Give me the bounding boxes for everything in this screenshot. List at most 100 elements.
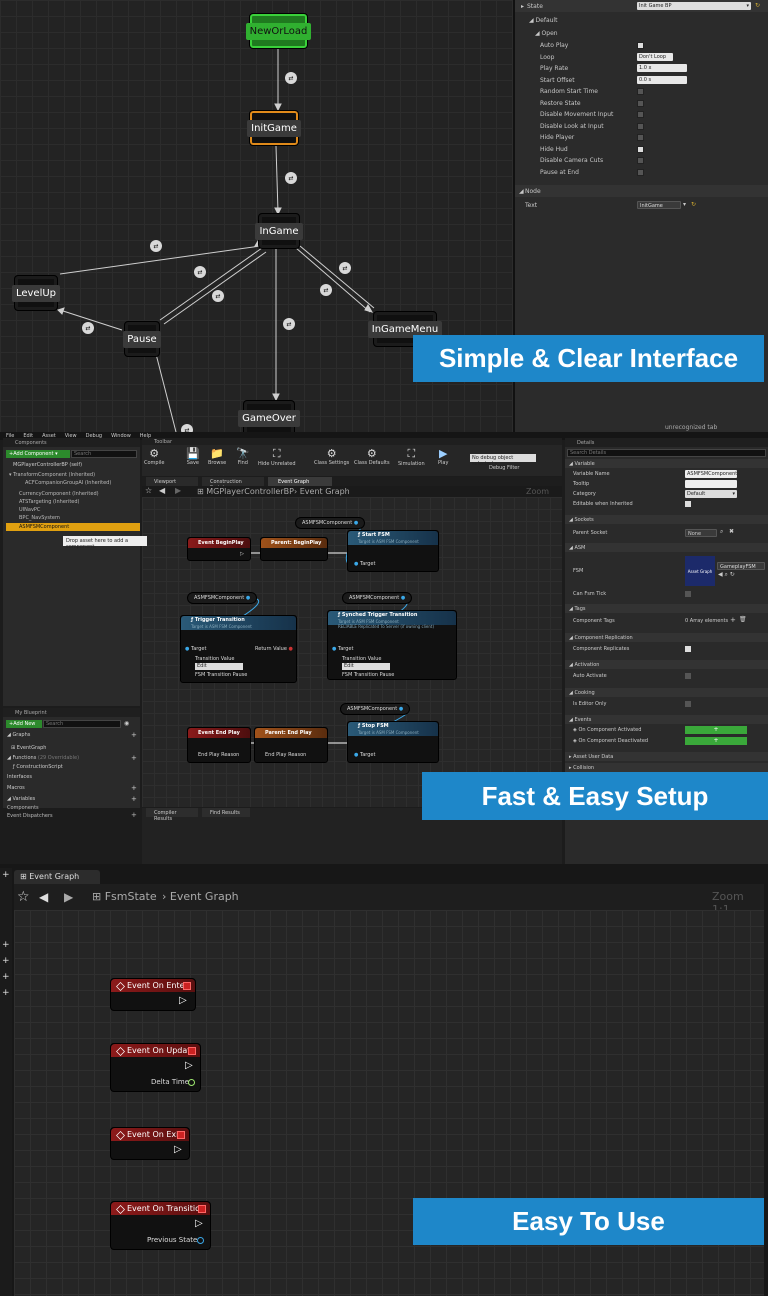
component-item-selected[interactable]: ASMFSMComponent [6,523,140,531]
transition-icon[interactable]: ⇄ [82,322,94,334]
tab-viewport[interactable]: Viewport [146,477,198,486]
property-select[interactable]: Don't Loop [637,52,673,61]
add-icon[interactable]: + [2,956,10,966]
component-node[interactable]: ASMFSMComponent ● [342,592,413,604]
event-graph-item[interactable]: ⊞ EventGraph [11,745,46,751]
can-tick-checkbox[interactable] [685,591,691,597]
asset-user-data-category[interactable]: ▸ Asset User Data [565,752,768,761]
state-pause[interactable]: Pause [123,321,161,357]
state-machine-graph[interactable]: ⇄ ⇄ ⇄ ⇄ ⇄ ⇄ ⇄ ⇄ ⇄ ⇄ NewOrLoad InitGame I… [0,0,768,432]
component-node[interactable]: ASMFSMComponent ● [187,592,258,604]
add-variable-icon[interactable]: + [131,795,137,803]
eye-icon[interactable]: ◉ [124,720,129,727]
event-dispatchers-category[interactable]: Event Dispatchers [7,813,53,819]
toolbar-button[interactable]: 💾 Save [186,447,200,466]
parent-end-play-node[interactable]: Parent: End Play End Play Reason [254,727,328,763]
details-search-input[interactable]: Search Details [567,449,766,457]
star-icon[interactable]: ☆ [17,889,30,905]
transition-icon[interactable]: ⇄ [285,72,297,84]
add-dispatcher-icon[interactable]: + [131,811,137,819]
open-category[interactable]: ◢ Open [535,30,558,37]
event-end-play-node[interactable]: Event End Play End Play Reason [187,727,251,763]
toolbar-button[interactable]: 📁 Browse [208,447,226,466]
default-category[interactable]: ◢ Default [529,17,557,24]
state-new-or-load[interactable]: NewOrLoad [245,13,312,49]
editable-checkbox[interactable] [685,501,691,507]
replicates-checkbox[interactable] [685,646,691,652]
property-checkbox[interactable] [637,111,644,118]
toolbar-button[interactable]: ⚙ Class Defaults [354,447,390,466]
component-item[interactable]: UINavPC [19,507,40,513]
tab-event-graph[interactable]: Event Graph [268,477,332,486]
property-field[interactable]: 0.0 s [637,75,687,84]
collision-category[interactable]: ▸ Collision [565,763,768,772]
collapse-arrow-icon[interactable]: ▸ [521,3,524,10]
add-icon[interactable]: + [2,988,10,998]
parent-socket-field[interactable]: None [685,529,717,537]
event-begin-play-node[interactable]: Event BeginPlay ▷ [187,537,251,561]
events-category[interactable]: ◢ Events [565,715,768,724]
components-category[interactable]: Components [7,805,39,811]
property-checkbox[interactable] [637,168,644,176]
toolbar-button[interactable]: ⚙ Compile [144,447,164,466]
exec-pin-icon[interactable]: ▷ [185,1060,193,1071]
editor-only-checkbox[interactable] [685,701,691,707]
state-game-over[interactable]: GameOver [238,400,300,432]
fsm-asset-field[interactable]: GameplayFSM [717,562,765,570]
variables-category[interactable]: ◢ Variables [7,796,35,802]
target-pin[interactable]: ● Target [354,752,375,758]
transition-icon[interactable]: ⇄ [320,284,332,296]
fsm-thumbnail[interactable]: Asset Graph [685,556,715,586]
exec-pin-icon[interactable]: ▷ [179,995,187,1006]
tooltip-field[interactable] [685,480,737,488]
event-on-update-node[interactable]: Event On Update ▷ Delta Time [110,1043,201,1092]
event-on-enter-node[interactable]: Event On Enter ▷ [110,978,196,1011]
toolbar-button[interactable]: ▶ Play [438,447,448,466]
tab-event-graph[interactable]: ⊞ Event Graph [14,870,100,884]
tab-compiler-results[interactable]: Compiler Results [146,808,198,822]
add-component-button[interactable]: +Add Component ▾ [6,450,70,458]
interfaces-category[interactable]: Interfaces [7,774,32,780]
fsm-state-root[interactable]: ⊞ FsmState [92,890,157,903]
add-deactivated-event-button[interactable]: + [685,737,747,745]
state-level-up[interactable]: LevelUp [11,275,61,311]
text-field[interactable]: InitGame [637,201,681,209]
reset-arrow-icon[interactable]: ↻ [755,2,760,9]
add-icon[interactable]: + [2,940,10,950]
construction-script-item[interactable]: ƒ ConstructionScript [13,764,63,770]
tab-find-results[interactable]: Find Results [202,808,250,817]
add-element-icon[interactable]: + [730,616,736,624]
parent-begin-play-node[interactable]: Parent: BeginPlay [260,537,328,561]
trash-icon[interactable]: 🗑 [739,616,747,623]
add-function-icon[interactable]: + [131,754,137,762]
component-item[interactable]: ATSTargeting (Inherited) [19,499,80,505]
return-value-pin[interactable]: Return Value ● [255,646,293,652]
transition-icon[interactable]: ⇄ [283,318,295,330]
forward-arrow-icon[interactable]: ▶ [175,486,181,495]
float-pin-icon[interactable] [188,1079,195,1086]
sockets-category[interactable]: ◢ Sockets [565,515,768,524]
target-pin[interactable]: ● Target [332,646,353,652]
component-item[interactable]: ACFCompanionGroupAI (Inherited) [25,480,111,486]
target-pin[interactable]: ● Target [354,561,375,567]
node-category[interactable]: ◢ Node [515,185,768,197]
component-item[interactable]: CurrencyComponent (Inherited) [19,491,99,497]
object-pin-icon[interactable] [197,1237,204,1244]
target-pin[interactable]: ● Target [185,646,206,652]
transition-icon[interactable]: ⇄ [194,266,206,278]
components-search-input[interactable]: Search [71,450,137,458]
asm-category[interactable]: ◢ ASM [565,543,768,552]
property-checkbox[interactable] [637,134,644,141]
graphs-category[interactable]: ◢ Graphs [7,732,30,738]
search-icon[interactable]: ⌕ [720,528,723,536]
chevron-down-icon[interactable]: ▾ [683,201,686,208]
property-checkbox[interactable] [637,99,644,107]
property-checkbox[interactable] [637,88,644,95]
self-item[interactable]: MGPlayerControllerBP (self) [13,462,82,468]
toolbar-button[interactable]: 🔭 Find [236,447,250,466]
variable-name-field[interactable]: ASMFSMComponent [685,470,737,478]
add-new-button[interactable]: +Add New [6,720,42,728]
transition-select[interactable]: Edit [342,663,390,670]
event-graph-canvas[interactable]: ASMFSMComponent ● Event BeginPlay ▷ Paren… [142,497,562,807]
add-icon[interactable]: + [2,870,10,880]
